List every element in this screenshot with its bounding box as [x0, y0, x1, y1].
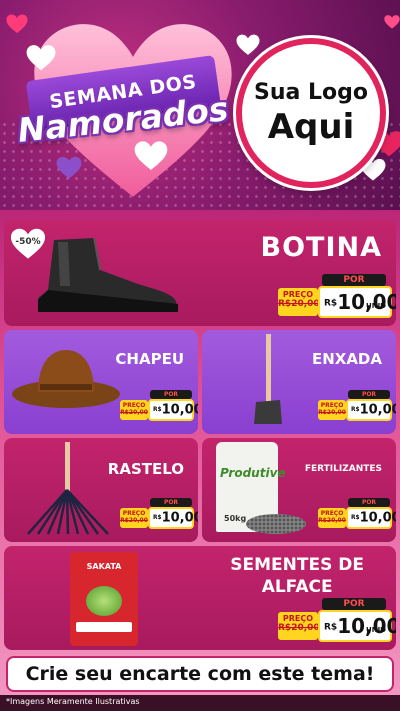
heart-icon: [134, 141, 168, 170]
preco-label: PREÇO: [320, 402, 344, 409]
product-name: FERTILIZANTES: [304, 464, 382, 474]
por-label: POR: [348, 390, 390, 399]
price-tag: POR PREÇO R$20,00 R$10,00: [318, 390, 396, 424]
cta-text: Crie seu encarte com este tema!: [25, 663, 375, 685]
product-card-botina: -50% BOTINA POR PREÇO R$20,00 R$10,00 UN…: [4, 220, 396, 326]
price-value: 10,00: [359, 510, 396, 526]
rake-image: [27, 442, 109, 535]
pack-brand: SAKATA: [86, 562, 122, 571]
new-price: R$10,00: [346, 507, 396, 529]
unit-label: UNID: [366, 302, 386, 310]
por-label: POR: [348, 498, 390, 507]
logo-placeholder: Sua Logo Aqui: [236, 38, 386, 188]
new-price: R$10,00 UNID: [318, 610, 396, 642]
heart-icon: [384, 15, 400, 29]
logo-text-line2: Aqui: [267, 106, 355, 147]
new-price: R$10,00: [148, 507, 198, 529]
old-price: R$20,00: [318, 409, 346, 416]
product-name: RASTELO: [107, 460, 184, 478]
preco-box: PREÇO R$20,00: [120, 508, 148, 528]
currency-label: R$: [351, 407, 360, 413]
logo-text-line1: Sua Logo: [253, 79, 368, 105]
price-value: 10,00: [359, 402, 396, 418]
old-price: R$20,00: [120, 409, 148, 416]
heart-icon: [56, 156, 82, 179]
price-value: 10,00: [161, 402, 198, 418]
price-value: 10,00: [161, 510, 198, 526]
price-tag: POR PREÇO R$20,00 R$10,00: [120, 498, 198, 532]
lettuce-image: [86, 586, 122, 616]
heart-icon: [6, 14, 28, 34]
currency-label: R$: [351, 515, 360, 521]
pack-label: [76, 622, 132, 632]
price-tag: POR PREÇO R$20,00 R$10,00 UNID: [278, 598, 396, 646]
preco-label: PREÇO: [282, 614, 314, 623]
bag-weight: 50kg: [224, 514, 247, 523]
currency-label: R$: [153, 515, 162, 521]
preco-box: PREÇO R$20,00: [318, 508, 346, 528]
granules-image: [246, 514, 306, 534]
boot-image: [38, 237, 178, 312]
seed-pack-image: SAKATA: [70, 552, 138, 646]
header-banner: SEMANA DOS Namorados Sua Logo Aqui: [0, 0, 400, 210]
new-price: R$10,00: [148, 399, 198, 421]
preco-label: PREÇO: [122, 402, 146, 409]
product-name: ENXADA: [311, 350, 382, 368]
product-name: BOTINA: [260, 232, 382, 263]
new-price: R$10,00: [346, 399, 396, 421]
bag-brand: Produtive: [220, 466, 286, 480]
cta-banner[interactable]: Crie seu encarte com este tema!: [6, 656, 394, 692]
old-price: R$20,00: [318, 517, 346, 524]
new-price: R$10,00 UNID: [318, 286, 396, 318]
preco-label: PREÇO: [122, 510, 146, 517]
preco-box: PREÇO R$20,00: [120, 400, 148, 420]
product-name-line1: SEMENTES DE: [230, 555, 364, 575]
currency-label: R$: [324, 622, 338, 633]
old-price: R$20,00: [278, 623, 320, 633]
preco-label: PREÇO: [282, 290, 314, 299]
por-label: POR: [150, 390, 192, 399]
preco-label: PREÇO: [320, 510, 344, 517]
currency-label: R$: [153, 407, 162, 413]
por-label: POR: [322, 598, 386, 610]
por-label: POR: [322, 274, 386, 286]
flyer-page: SEMANA DOS Namorados Sua Logo Aqui -50% …: [0, 0, 400, 711]
old-price: R$20,00: [120, 517, 148, 524]
old-price: R$20,00: [278, 299, 320, 309]
currency-label: R$: [324, 298, 338, 309]
product-card-enxada: ENXADA POR PREÇO R$20,00 R$10,00: [202, 330, 396, 434]
unit-label: UNID: [366, 626, 386, 634]
price-tag: POR PREÇO R$20,00 R$10,00: [318, 498, 396, 532]
price-tag: POR PREÇO R$20,00 R$10,00: [120, 390, 198, 424]
product-name: SEMENTES DE ALFACE: [230, 554, 364, 598]
preco-box: PREÇO R$20,00: [278, 612, 320, 640]
product-name: CHAPEU: [115, 350, 184, 368]
product-card-sementes: SAKATA SEMENTES DE ALFACE POR PREÇO R$20…: [4, 546, 396, 650]
hoe-image: [254, 334, 282, 424]
preco-box: PREÇO R$20,00: [278, 288, 320, 316]
preco-box: PREÇO R$20,00: [318, 400, 346, 420]
price-tag: POR PREÇO R$20,00 R$10,00 UNID: [278, 274, 396, 322]
por-label: POR: [150, 498, 192, 507]
product-card-fertilizantes: Produtive 50kg FERTILIZANTES POR PREÇO R…: [202, 438, 396, 542]
product-card-rastelo: RASTELO POR PREÇO R$20,00 R$10,00: [4, 438, 198, 542]
footer-bar: *Imagens Meramente Ilustrativas: [0, 695, 400, 711]
product-card-chapeu: CHAPEU POR PREÇO R$20,00 R$10,00: [4, 330, 198, 434]
disclaimer-text: *Imagens Meramente Ilustrativas: [6, 697, 140, 706]
heart-icon: [26, 45, 56, 71]
heart-icon: [236, 34, 260, 55]
product-name-line2: ALFACE: [261, 577, 333, 597]
hat-image: [12, 350, 120, 408]
